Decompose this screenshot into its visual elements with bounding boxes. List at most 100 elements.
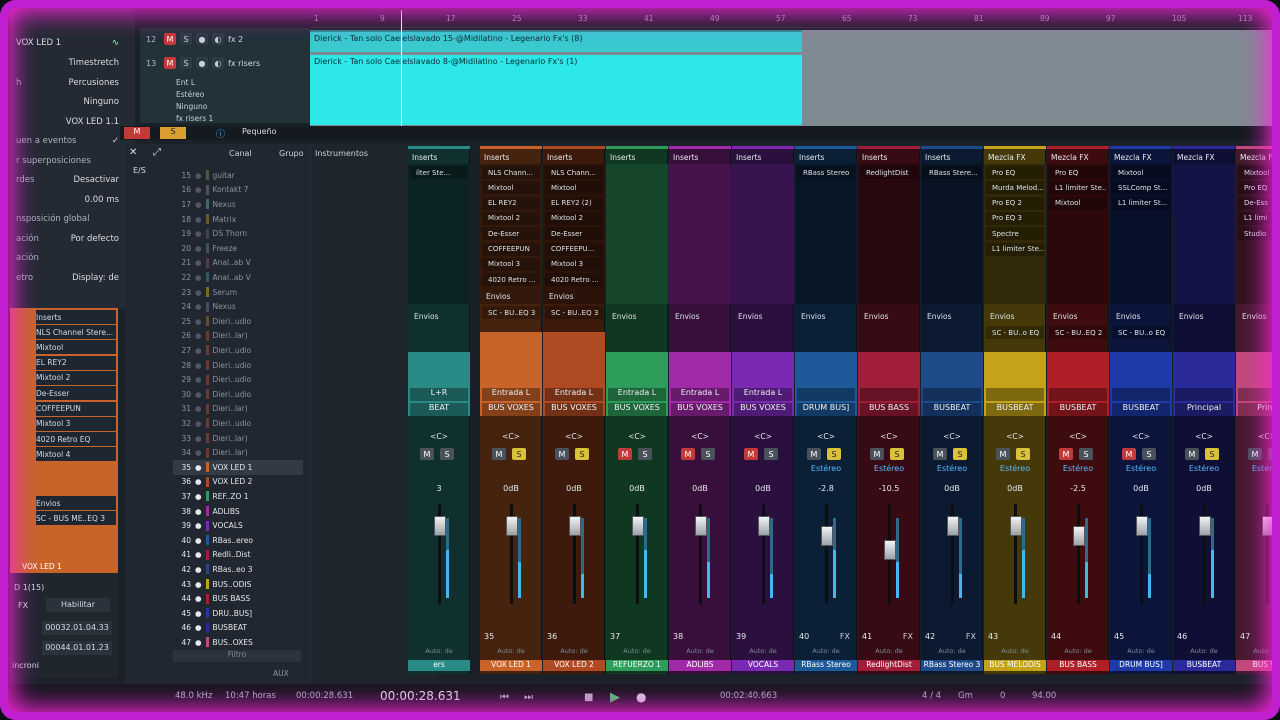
visibility-icon[interactable]: ● <box>195 536 202 545</box>
output-select[interactable]: BUS VOXES <box>482 403 540 416</box>
fader-cap[interactable] <box>758 516 770 536</box>
channel-name[interactable]: DS Thorn <box>213 229 248 238</box>
channel-name[interactable]: Dieri..udio <box>213 317 252 326</box>
fader-cap[interactable] <box>1010 516 1022 536</box>
inspector-row-value[interactable]: Ninguno <box>84 97 119 107</box>
loop-end-time[interactable]: 00:02:40.663 <box>720 691 777 701</box>
volume-readout[interactable]: 3 <box>408 484 470 493</box>
inspector-row[interactable]: nsposición global <box>10 210 125 228</box>
channel-list-item[interactable]: 39 ● VOCALS <box>173 518 303 533</box>
track13-io-field[interactable]: Ent L <box>176 78 195 87</box>
output-select[interactable]: DRUM BUS] <box>797 403 855 416</box>
mute-button[interactable]: M <box>1122 448 1136 460</box>
send-slot[interactable]: SC - BU..EQ 3 <box>545 306 603 319</box>
global-mute-button[interactable]: M <box>124 127 150 139</box>
volume-readout[interactable]: 0dB <box>921 484 983 493</box>
channel-name[interactable]: DRU..BUS] <box>213 609 253 618</box>
solo-button[interactable]: S <box>575 448 589 460</box>
channel-name-label[interactable]: VOX LED 1 <box>480 660 542 671</box>
pan-knob[interactable]: <C> <box>422 432 456 442</box>
input-select[interactable]: L+R <box>410 388 468 401</box>
channel-name[interactable]: Kontakt 7 <box>213 185 249 194</box>
input-select[interactable] <box>1112 388 1170 401</box>
visibility-icon[interactable]: ● <box>195 550 202 559</box>
automation-mode[interactable]: Auto: de <box>984 647 1046 655</box>
visibility-icon[interactable]: ● <box>195 609 202 618</box>
fader-cap[interactable] <box>1073 526 1085 546</box>
visibility-icon[interactable]: ● <box>195 565 202 574</box>
volume-fader[interactable] <box>866 504 912 604</box>
mute-button[interactable]: M <box>870 448 884 460</box>
track13-io-field[interactable]: Ninguno <box>176 102 207 111</box>
channel-name[interactable]: Dieri..udio <box>213 419 252 428</box>
envios-header[interactable]: Envios <box>545 292 603 304</box>
inspector-row-value[interactable]: Display: de <box>72 273 119 283</box>
fader-cap[interactable] <box>884 540 896 560</box>
insert-slot[interactable]: L1 limi <box>1238 211 1272 225</box>
automation-mode[interactable]: Auto: de <box>606 647 668 655</box>
send-slot[interactable]: SC - BU..EQ 3 <box>482 306 540 319</box>
solo-button[interactable]: S <box>764 448 778 460</box>
visibility-icon[interactable]: ● <box>195 200 202 209</box>
channel-name[interactable]: Dieri..udio <box>213 390 252 399</box>
volume-fader[interactable] <box>488 504 534 604</box>
channel-list-item[interactable]: 42 ● RBas..eo 3 <box>173 562 303 577</box>
track-header[interactable]: 13 M S ● ◐ fx risers <box>140 52 310 74</box>
visibility-icon[interactable]: ● <box>195 229 202 238</box>
input-select[interactable] <box>1049 388 1107 401</box>
envios-header[interactable]: Envios <box>797 312 855 324</box>
pan-knob[interactable]: <C> <box>998 432 1032 442</box>
volume-readout[interactable]: 0dB <box>1173 484 1235 493</box>
visibility-icon[interactable]: ● <box>195 288 202 297</box>
channel-list-item[interactable]: 37 ● REF..ZO 1 <box>173 489 303 504</box>
channel-name[interactable]: Anal..ab V <box>213 273 251 282</box>
record-arm-icon[interactable]: ● <box>196 57 208 69</box>
visibility-icon[interactable]: ● <box>195 331 202 340</box>
insert-slot[interactable]: De-Ess <box>1238 196 1272 210</box>
visibility-icon[interactable]: ● <box>195 507 202 516</box>
visibility-icon[interactable]: ● <box>195 244 202 253</box>
left-insert-slot[interactable]: Mixtool 2 <box>36 370 116 385</box>
channel-list-item[interactable]: 36 ● VOX LED 2 <box>173 475 303 490</box>
channel-name-label[interactable]: REFUERZO 1 <box>606 660 668 671</box>
insert-slot[interactable]: Mixtool 2 <box>482 211 540 225</box>
left-insert-slot[interactable]: NLS Channel Stere... <box>36 325 116 339</box>
visibility-icon[interactable]: ● <box>195 390 202 399</box>
volume-readout[interactable]: 0dB <box>480 484 542 493</box>
inserts-header[interactable]: Inserts <box>408 151 470 163</box>
inspector-row[interactable]: VOX LED 1.1 <box>10 113 125 131</box>
fader-cap[interactable] <box>1136 516 1148 536</box>
pan-knob[interactable]: <C> <box>1187 432 1221 442</box>
channel-list-item[interactable]: 27 ● Dieri..udio <box>173 343 303 358</box>
channel-name[interactable]: Dieri..udio <box>213 346 252 355</box>
channel-name-label[interactable]: BUS VO <box>1236 660 1272 671</box>
visibility-icon[interactable]: ● <box>195 419 202 428</box>
channel-list-item[interactable]: 29 ● Dieri..udio <box>173 372 303 387</box>
mute-button[interactable]: M <box>1185 448 1199 460</box>
insert-slot[interactable]: RBass Stereo <box>797 166 855 179</box>
channel-list-item[interactable]: 47 ● BUS..OXES <box>173 635 303 650</box>
left-insert-slot[interactable]: Mixtool 3 <box>36 416 116 431</box>
channel-name[interactable]: BUS BASS <box>213 594 251 603</box>
volume-readout[interactable]: 0dB <box>1110 484 1172 493</box>
channel-list-item[interactable]: 41 ● Redli..Dist <box>173 548 303 563</box>
visibility-icon[interactable]: ● <box>195 302 202 311</box>
channel-list-item[interactable]: 31 ● Dieri..lar) <box>173 402 303 417</box>
channel-name[interactable]: Dieri..udio <box>213 375 252 384</box>
automation-mode[interactable]: Auto: de <box>732 647 794 655</box>
mute-button[interactable]: M <box>681 448 695 460</box>
insert-slot[interactable]: 4020 Retro ... <box>545 273 603 287</box>
insert-slot[interactable]: RBass Stere... <box>923 166 981 179</box>
inserts-header[interactable]: Inserts <box>732 151 794 163</box>
insert-slot[interactable]: EL REY2 (2) <box>545 196 603 210</box>
automation-mode[interactable]: Auto: de <box>408 647 470 655</box>
insert-slot[interactable]: EL REY2 <box>482 196 540 210</box>
fader-cap[interactable] <box>569 516 581 536</box>
channel-list-item[interactable]: 24 ● Nexus <box>173 299 303 314</box>
channel-name-label[interactable]: ADLIBS <box>669 660 731 671</box>
mute-button[interactable]: M <box>933 448 947 460</box>
pan-knob[interactable]: <C> <box>557 432 591 442</box>
volume-fader[interactable] <box>1055 504 1101 604</box>
volume-readout[interactable]: 0dB <box>732 484 794 493</box>
track-solo-button[interactable]: S <box>180 57 192 69</box>
